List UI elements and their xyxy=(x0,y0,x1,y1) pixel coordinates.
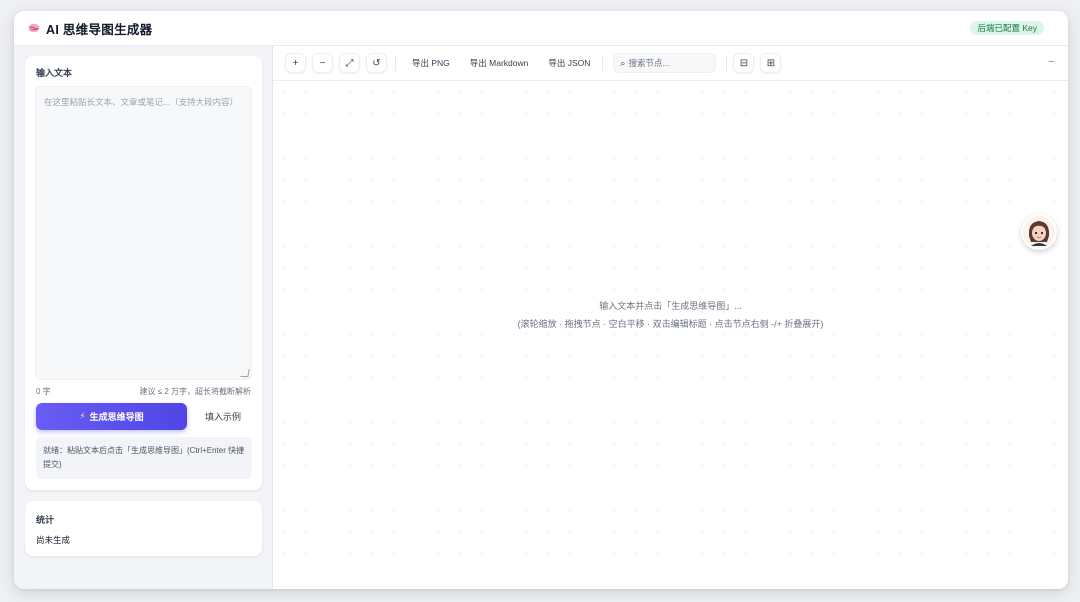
toolbar-divider xyxy=(726,55,728,71)
stats-card-title: 统计 xyxy=(36,515,55,525)
input-card-title: 输入文本 xyxy=(36,68,73,78)
toolbar-divider xyxy=(602,55,604,71)
collapse-all-button[interactable]: ⊟ xyxy=(733,53,755,73)
lightning-icon: ⚡ xyxy=(79,411,86,421)
app-header: AI 思维导图生成器 后端已配置 Key xyxy=(14,11,1068,46)
limit-hint: 建议 ≤ 2 万字，超长将截断解析 xyxy=(139,387,251,396)
app-window: AI 思维导图生成器 后端已配置 Key 输入文本 在这里粘贴长文本、文章或笔记… xyxy=(14,11,1068,589)
generate-mindmap-button[interactable]: ⚡ 生成思维导图 xyxy=(36,403,187,430)
status-message: 就绪：粘贴文本后点击「生成思维导图」(Ctrl+Enter 快捷提交) xyxy=(36,437,252,479)
expand-all-button[interactable]: ⊞ xyxy=(760,53,782,73)
export-json-button[interactable]: 导出 JSON xyxy=(538,57,600,69)
stats-card: 统计 尚未生成 xyxy=(25,501,262,556)
zoom-in-button[interactable]: + xyxy=(285,53,306,73)
brain-icon xyxy=(28,21,40,36)
girl-avatar-icon xyxy=(1023,216,1055,248)
search-placeholder: 搜索节点... xyxy=(628,58,670,68)
mindmap-canvas[interactable]: 输入文本并点击「生成思维导图」... (滚轮缩放 · 拖拽节点 · 空白平移 ·… xyxy=(273,81,1068,589)
zoom-out-button[interactable]: − xyxy=(312,53,333,73)
resize-handle-icon[interactable] xyxy=(240,369,250,377)
reset-view-button[interactable]: ↺ xyxy=(366,53,387,73)
minimize-toolbar-button[interactable]: – xyxy=(1048,56,1054,67)
empty-state-message: 输入文本并点击「生成思维导图」... (滚轮缩放 · 拖拽节点 · 空白平移 ·… xyxy=(273,297,1068,333)
text-input[interactable]: 在这里粘贴长文本、文章或笔记...（支持大段内容） xyxy=(35,86,252,380)
export-png-button[interactable]: 导出 PNG xyxy=(402,57,460,69)
fit-view-button[interactable]: ⤢ xyxy=(339,53,360,73)
empty-state-line2: (滚轮缩放 · 拖拽节点 · 空白平移 · 双击编辑标题 · 点击节点右侧 -/… xyxy=(517,319,824,329)
mindmap-area: + − ⤢ ↺ 导出 PNG 导出 Markdown 导出 JSON ⌕ 搜索节… xyxy=(273,46,1068,589)
fill-example-button[interactable]: 填入示例 xyxy=(195,403,251,430)
input-card: 输入文本 在这里粘贴长文本、文章或笔记...（支持大段内容） 0 字 建议 ≤ … xyxy=(25,56,262,490)
app-title: AI 思维导图生成器 xyxy=(46,22,153,37)
generate-button-label: 生成思维导图 xyxy=(89,412,144,422)
count-row: 0 字 建议 ≤ 2 万字，超长将截断解析 xyxy=(36,386,251,397)
text-input-placeholder: 在这里粘贴长文本、文章或笔记...（支持大段内容） xyxy=(44,97,239,107)
stats-value: 尚未生成 xyxy=(36,535,71,545)
search-input[interactable]: ⌕ 搜索节点... xyxy=(613,53,717,73)
toolbar-divider xyxy=(395,55,396,71)
search-icon: ⌕ xyxy=(620,57,626,68)
export-markdown-button[interactable]: 导出 Markdown xyxy=(460,57,539,69)
assistant-avatar[interactable] xyxy=(1021,214,1057,250)
left-sidebar: 输入文本 在这里粘贴长文本、文章或笔记...（支持大段内容） 0 字 建议 ≤ … xyxy=(14,46,273,589)
canvas-toolbar: + − ⤢ ↺ 导出 PNG 导出 Markdown 导出 JSON ⌕ 搜索节… xyxy=(273,46,1068,81)
key-status-badge: 后端已配置 Key xyxy=(970,21,1044,35)
empty-state-line1: 输入文本并点击「生成思维导图」... xyxy=(599,301,742,311)
char-count: 0 字 xyxy=(36,387,51,396)
